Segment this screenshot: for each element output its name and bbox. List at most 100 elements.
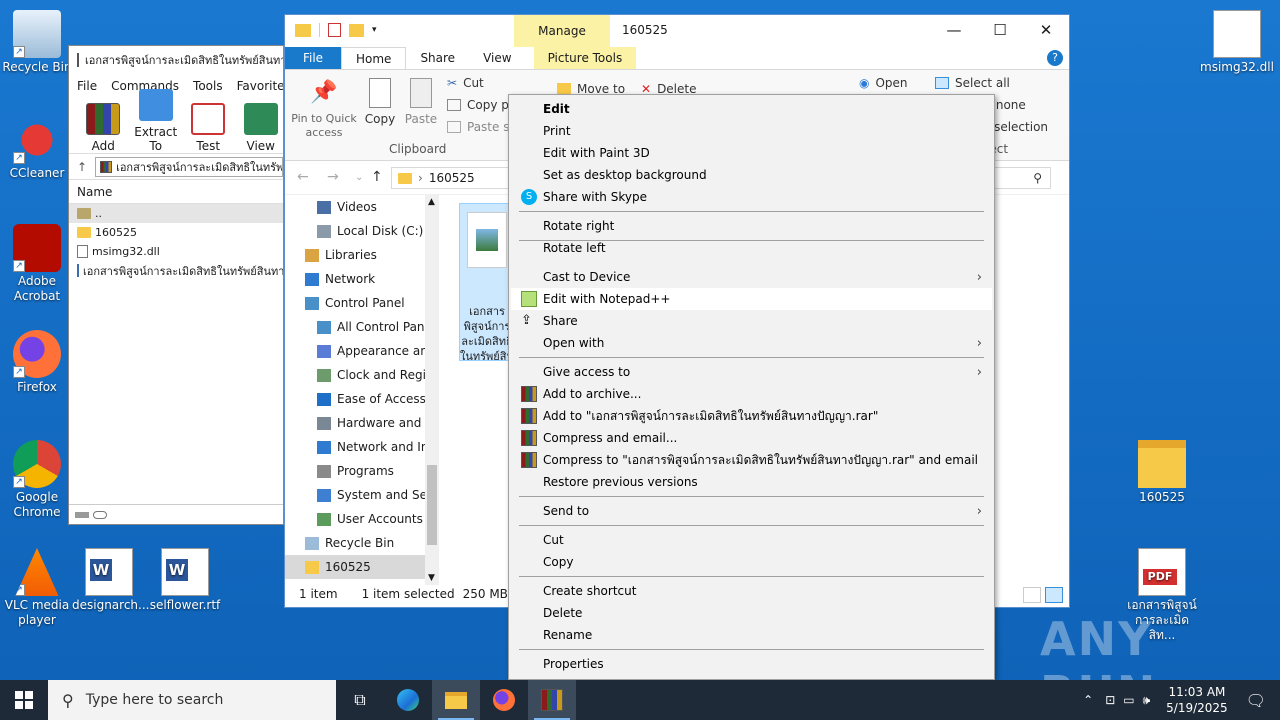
taskbar-edge[interactable] xyxy=(384,680,432,720)
selected-file-item[interactable]: เอกสารพิสูจน์การละเมิดสิทธิในทรัพย์สินทา… xyxy=(459,203,515,361)
desktop-icon[interactable]: ↗ Recycle Bin xyxy=(0,10,74,75)
explorer-titlebar[interactable]: ▾ Manage 160525 — ☐ ✕ xyxy=(285,15,1069,47)
properties-icon[interactable] xyxy=(328,23,341,37)
taskbar-file-explorer[interactable] xyxy=(432,680,480,720)
manage-tab[interactable]: Manage xyxy=(514,15,610,47)
cut-button[interactable]: ✂ Cut xyxy=(447,76,484,90)
tab-view[interactable]: View xyxy=(469,47,525,69)
nav-item[interactable]: Libraries xyxy=(285,243,425,267)
nav-item[interactable]: Local Disk (C:) xyxy=(285,219,425,243)
nav-item[interactable]: Appearance and Personalization xyxy=(285,339,425,363)
nav-item[interactable]: Clock and Region xyxy=(285,363,425,387)
scroll-up-icon[interactable]: ▲ xyxy=(428,197,435,207)
menu-item[interactable]: ⇪ Share xyxy=(511,310,992,332)
menu-item[interactable]: Print xyxy=(511,120,992,142)
large-icons-view-button[interactable] xyxy=(1045,587,1063,603)
details-view-button[interactable] xyxy=(1023,587,1041,603)
desktop-icon[interactable]: Wselflower.rtf xyxy=(148,548,222,613)
task-view-button[interactable]: ⧉ xyxy=(336,680,384,720)
menu-item[interactable]: Add to "เอกสารพิสูจน์การละเมิดสิทธิในทรั… xyxy=(511,405,992,427)
minimize-button[interactable]: — xyxy=(931,15,977,47)
menu-item[interactable]: Open with › xyxy=(511,332,992,354)
open-button[interactable]: ◉ Open xyxy=(859,76,908,90)
menu-item[interactable]: Send to › xyxy=(511,500,992,522)
scrollbar-thumb[interactable] xyxy=(427,465,437,545)
list-item[interactable]: เอกสารพิสูจน์การละเมิดสิทธิในทรัพย์สินทา… xyxy=(69,261,283,280)
menu-favorites[interactable]: Favorites xyxy=(237,79,283,93)
menu-item[interactable]: Rename xyxy=(511,624,992,646)
search-icon[interactable]: ⚲ xyxy=(1033,171,1042,185)
list-item[interactable]: .. xyxy=(69,204,283,223)
back-arrow-icon[interactable]: ← xyxy=(297,169,309,185)
start-button[interactable] xyxy=(0,680,48,720)
copy-button[interactable]: Copy xyxy=(363,78,397,126)
desktop-icon[interactable]: ↗ Adobe Acrobat xyxy=(0,224,74,304)
extract-to-button[interactable]: Extract To xyxy=(134,89,179,153)
nav-item[interactable]: Ease of Access xyxy=(285,387,425,411)
nav-item[interactable]: All Control Panel Items xyxy=(285,315,425,339)
taskbar-winrar[interactable] xyxy=(528,680,576,720)
nav-item[interactable]: Control Panel xyxy=(285,291,425,315)
menu-item[interactable]: Restore previous versions xyxy=(511,471,992,493)
recent-dropdown-icon[interactable]: ⌄ xyxy=(355,172,363,183)
up-arrow-icon[interactable]: ↑ xyxy=(371,169,383,185)
winrar-path-field[interactable]: เอกสารพิสูจน์การละเมิดสิทธิในทรัพย์สินทา… xyxy=(95,156,283,177)
paste-button[interactable]: Paste xyxy=(403,78,439,126)
nav-item[interactable]: Recycle Bin xyxy=(285,531,425,555)
add-button[interactable]: Add xyxy=(81,103,126,153)
list-item[interactable]: msimg32.dll xyxy=(69,242,283,261)
tab-file[interactable]: File xyxy=(285,47,341,69)
menu-item[interactable]: Cast to Device › xyxy=(511,266,992,288)
nav-item[interactable]: 160525 xyxy=(285,555,425,579)
show-hidden-icons-chevron-icon[interactable]: ⌃ xyxy=(1083,693,1093,707)
menu-item[interactable]: Give access to › xyxy=(511,361,992,383)
nav-item[interactable]: Network and Internet xyxy=(285,435,425,459)
maximize-button[interactable]: ☐ xyxy=(977,15,1023,47)
select-all-button[interactable]: Select all xyxy=(935,76,1010,90)
desktop-icon[interactable]: ↗ Firefox xyxy=(0,330,74,395)
nav-item[interactable]: User Accounts xyxy=(285,507,425,531)
customize-dropdown-icon[interactable]: ▾ xyxy=(372,25,377,35)
close-button[interactable]: ✕ xyxy=(1023,15,1069,47)
menu-item[interactable]: Copy xyxy=(511,551,992,573)
menu-item[interactable]: Add to archive... xyxy=(511,383,992,405)
taskbar-firefox[interactable] xyxy=(480,680,528,720)
up-arrow-icon[interactable]: ↑ xyxy=(77,160,87,174)
menu-item[interactable]: Properties xyxy=(511,653,992,675)
tab-home[interactable]: Home xyxy=(341,47,407,69)
display-icon[interactable]: ▭ xyxy=(1123,693,1134,707)
nav-scrollbar[interactable]: ▲ ▼ xyxy=(425,195,439,585)
list-item[interactable]: 160525 xyxy=(69,223,283,242)
forward-arrow-icon[interactable]: → xyxy=(327,169,339,185)
menu-item[interactable]: Set as desktop background xyxy=(511,164,992,186)
tab-share[interactable]: Share xyxy=(406,47,469,69)
desktop-icon[interactable]: msimg32.dll xyxy=(1200,10,1274,75)
menu-item[interactable]: Delete xyxy=(511,602,992,624)
menu-item[interactable]: Compress and email... xyxy=(511,427,992,449)
new-folder-icon[interactable] xyxy=(349,23,364,37)
column-header-name[interactable]: Name xyxy=(69,180,283,204)
menu-tools[interactable]: Tools xyxy=(193,79,223,93)
help-icon[interactable]: ? xyxy=(1047,50,1063,66)
pin-to-quick-access-button[interactable]: 📌 Pin to Quick access xyxy=(291,78,357,140)
winrar-window[interactable]: เอกสารพิสูจน์การละเมิดสิทธิในทรัพย์สินทา… xyxy=(68,45,284,525)
winrar-titlebar[interactable]: เอกสารพิสูจน์การละเมิดสิทธิในทรัพย์สินทา… xyxy=(69,46,283,74)
menu-item[interactable]: Edit with Notepad++ xyxy=(511,288,992,310)
network-icon[interactable]: ⊡ xyxy=(1105,693,1115,707)
desktop-icon[interactable]: 160525 xyxy=(1125,440,1199,505)
nav-item[interactable]: Hardware and Sound xyxy=(285,411,425,435)
test-button[interactable]: Test xyxy=(186,103,231,153)
menu-item[interactable]: Compress to "เอกสารพิสูจน์การละเมิดสิทธิ… xyxy=(511,449,992,471)
nav-item[interactable]: Network xyxy=(285,267,425,291)
clock[interactable]: 11:03 AM 5/19/2025 xyxy=(1166,684,1228,716)
menu-file[interactable]: File xyxy=(77,79,97,93)
nav-item[interactable]: Videos xyxy=(285,195,425,219)
menu-item[interactable]: Edit xyxy=(511,98,992,120)
desktop-icon[interactable]: Wdesignarch... xyxy=(72,548,149,613)
volume-icon[interactable]: 🕪 xyxy=(1143,693,1151,708)
menu-item[interactable]: S Share with Skype xyxy=(511,186,992,208)
menu-item[interactable]: Edit with Paint 3D xyxy=(511,142,992,164)
desktop-icon[interactable]: ↗ CCleaner xyxy=(0,116,74,181)
menu-item[interactable]: Create shortcut xyxy=(511,580,992,602)
desktop-icon[interactable]: ↗ VLC media player xyxy=(0,548,74,628)
